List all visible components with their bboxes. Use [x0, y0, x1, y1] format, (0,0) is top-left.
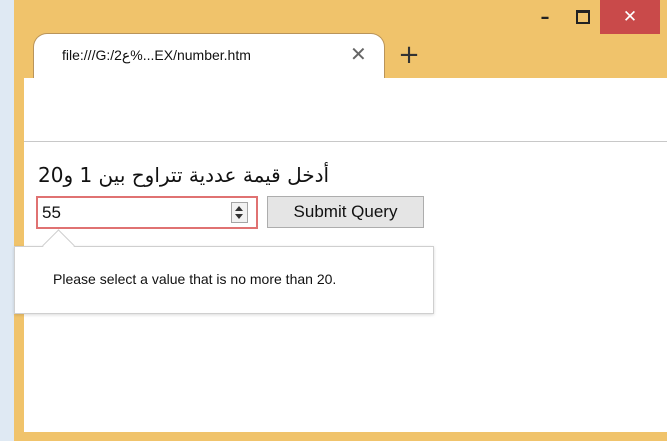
tab-close-icon[interactable]: ✕ — [350, 42, 367, 66]
spin-up-icon[interactable] — [235, 206, 243, 211]
maximize-icon — [576, 10, 590, 24]
validation-tooltip: Please select a value that is no more th… — [14, 229, 434, 314]
number-input-value: 55 — [42, 203, 61, 222]
page-content: أدخل قيمة عددية تتراوح بين 1 و20 55 Subm… — [14, 78, 667, 432]
close-icon: ✕ — [622, 7, 638, 27]
toolbar-divider — [24, 141, 667, 142]
tab-title: file:///G:/2ع%...EX/number.htm — [62, 47, 251, 63]
minimize-icon: – — [540, 6, 550, 28]
browser-tab[interactable]: file:///G:/2ع%...EX/number.htm ✕ — [33, 33, 385, 79]
minimize-button[interactable]: – — [528, 0, 562, 34]
number-spinner[interactable] — [231, 202, 248, 223]
browser-window: – ✕ file:///G:/2ع%...EX/number.htm ✕ + أ… — [14, 0, 667, 441]
number-prompt-label: أدخل قيمة عددية تتراوح بين 1 و20 — [38, 163, 330, 187]
spin-down-icon[interactable] — [235, 214, 243, 219]
new-tab-button[interactable]: + — [394, 40, 424, 70]
close-window-button[interactable]: ✕ — [600, 0, 660, 34]
tooltip-arrow — [42, 229, 75, 262]
maximize-button[interactable] — [566, 0, 600, 34]
submit-query-button[interactable]: Submit Query — [267, 196, 424, 228]
number-input[interactable]: 55 — [36, 196, 258, 229]
validation-message: Please select a value that is no more th… — [53, 271, 337, 287]
